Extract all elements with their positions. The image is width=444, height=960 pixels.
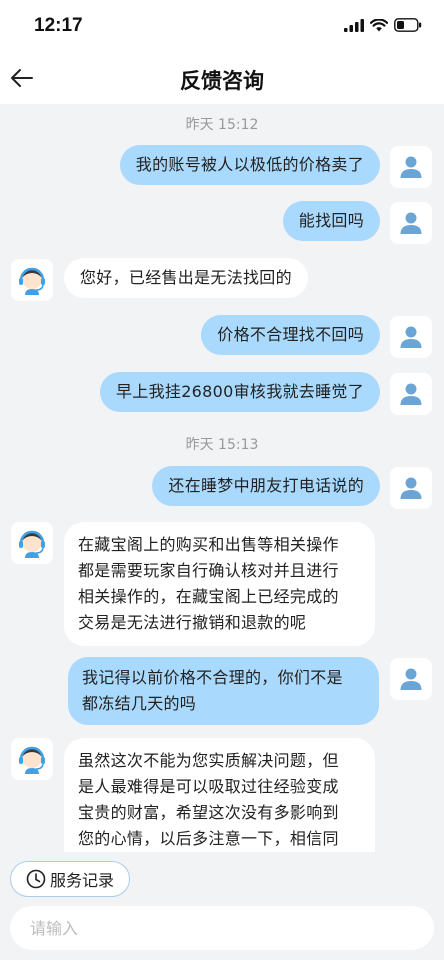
message-bubble-agent[interactable]: 您好，已经售出是无法找回的 bbox=[64, 258, 308, 298]
message-line: 交易是无法进行撤销和退款的呢 bbox=[78, 613, 307, 632]
status-icons bbox=[344, 18, 422, 32]
wifi-icon bbox=[370, 18, 388, 31]
user-icon bbox=[400, 326, 422, 348]
message-line: 宝贵的财富，希望这次没有多影响到 bbox=[78, 803, 339, 822]
user-icon bbox=[400, 477, 422, 499]
user-icon bbox=[400, 156, 422, 178]
message-bubble-user[interactable]: 我的账号被人以极低的价格卖了 bbox=[119, 145, 380, 185]
signal-icon bbox=[344, 18, 364, 32]
message-input[interactable] bbox=[30, 918, 434, 938]
status-bar: 12:17 bbox=[0, 0, 444, 52]
service-records-button[interactable]: 服务记录 bbox=[10, 861, 130, 897]
agent-avatar[interactable] bbox=[11, 259, 53, 301]
customer-service-icon bbox=[19, 267, 45, 295]
message-bubble-agent[interactable]: 在藏宝阁上的购买和出售等相关操作 都是需要玩家自行确认核对并且进行 相关操作的，… bbox=[64, 522, 375, 646]
message-line: 都是需要玩家自行确认核对并且进行 bbox=[78, 561, 339, 580]
user-icon bbox=[400, 383, 422, 405]
message-line: 相关操作的，在藏宝阁上已经完成的 bbox=[78, 587, 339, 606]
status-time: 12:17 bbox=[34, 15, 83, 36]
user-avatar[interactable] bbox=[390, 658, 432, 700]
agent-avatar[interactable] bbox=[11, 522, 53, 564]
service-records-label: 服务记录 bbox=[49, 871, 114, 890]
user-avatar[interactable] bbox=[390, 202, 432, 244]
message-input-container[interactable] bbox=[10, 906, 434, 950]
chat-area[interactable]: 昨天 15:12 我的账号被人以极低的价格卖了 能找回吗 您好，已经售出是无法找… bbox=[0, 104, 444, 852]
customer-service-icon bbox=[19, 530, 45, 558]
page-title: 反馈咨询 bbox=[180, 69, 264, 93]
user-icon bbox=[400, 212, 422, 234]
timestamp: 昨天 15:12 bbox=[185, 117, 259, 133]
message-line: 您的心情，以后多注意一下，相信同 bbox=[78, 829, 339, 848]
user-icon bbox=[400, 668, 422, 690]
user-avatar[interactable] bbox=[390, 146, 432, 188]
message-line: 在藏宝阁上的购买和出售等相关操作 bbox=[78, 535, 339, 554]
message-line: 我记得以前价格不合理的，你们不是 bbox=[82, 668, 343, 687]
message-bubble-user[interactable]: 价格不合理找不回吗 bbox=[201, 315, 380, 355]
user-avatar[interactable] bbox=[390, 316, 432, 358]
message-line: 是人最难得是可以吸取过往经验变成 bbox=[78, 777, 339, 796]
message-bubble-user[interactable]: 我记得以前价格不合理的，你们不是 都冻结几天的吗 bbox=[68, 657, 379, 725]
timestamp: 昨天 15:13 bbox=[185, 437, 259, 453]
message-line: 都冻结几天的吗 bbox=[82, 694, 197, 713]
clock-icon bbox=[26, 869, 46, 889]
agent-avatar[interactable] bbox=[11, 738, 53, 780]
message-bubble-user[interactable]: 能找回吗 bbox=[282, 201, 380, 241]
nav-bar: 反馈咨询 bbox=[0, 52, 444, 104]
message-line: 虽然这次不能为您实质解决问题，但 bbox=[78, 751, 339, 770]
message-bubble-user[interactable]: 还在睡梦中朋友打电话说的 bbox=[152, 466, 380, 506]
battery-icon bbox=[394, 18, 422, 32]
message-bubble-user[interactable]: 早上我挂26800审核我就去睡觉了 bbox=[100, 372, 380, 412]
user-avatar[interactable] bbox=[390, 467, 432, 509]
message-bubble-agent[interactable]: 虽然这次不能为您实质解决问题，但 是人最难得是可以吸取过往经验变成 宝贵的财富，… bbox=[64, 738, 375, 852]
user-avatar[interactable] bbox=[390, 373, 432, 415]
bottom-bar: 服务记录 bbox=[0, 852, 444, 960]
customer-service-icon bbox=[19, 746, 45, 774]
